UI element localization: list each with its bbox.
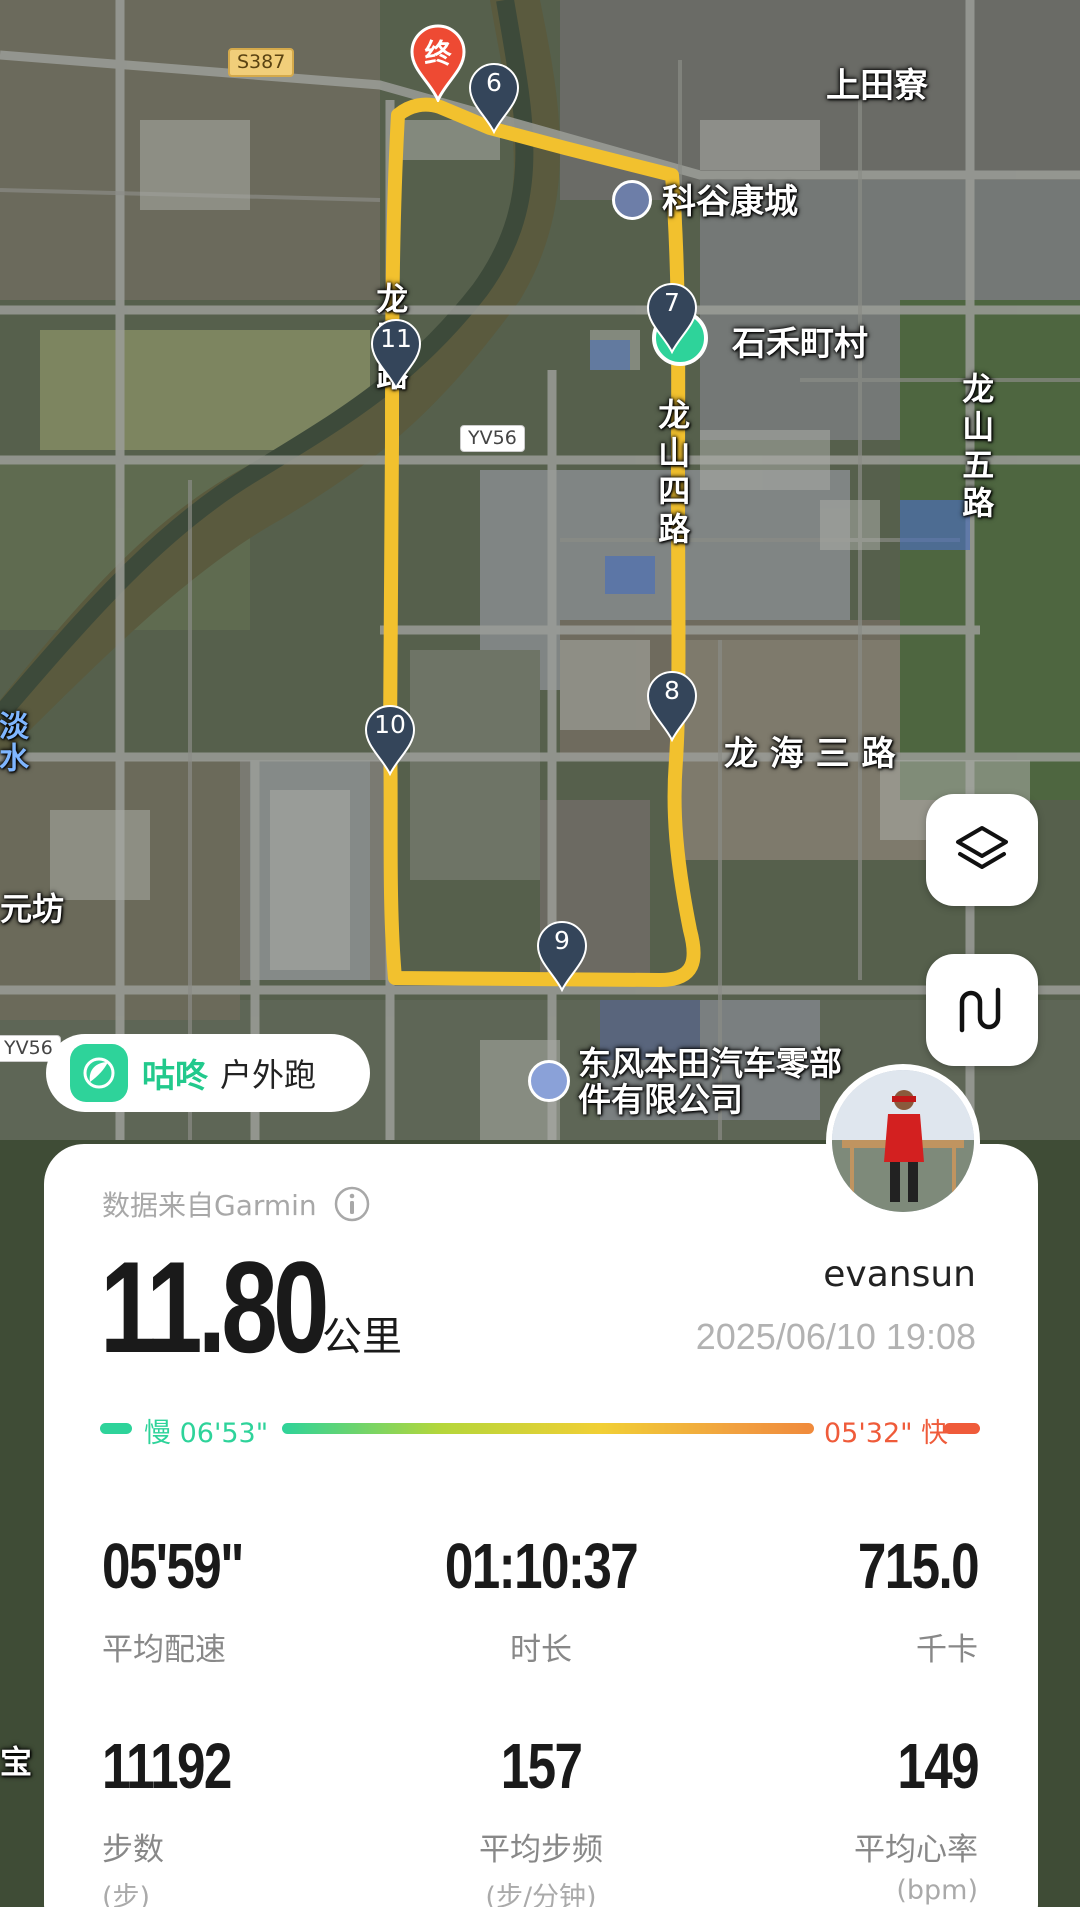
route-button[interactable] — [926, 954, 1038, 1066]
km-marker-label: 8 — [664, 676, 680, 705]
stat-unit: (步) — [102, 1882, 151, 1907]
map-label-edge-left: 淡水 — [0, 710, 28, 774]
stat-value: 157 — [500, 1730, 583, 1802]
map-label-yuanfang: 元坊 — [0, 890, 65, 928]
route-icon — [959, 987, 1001, 1033]
poi-pin-icon — [528, 1060, 570, 1102]
stat-avg-pace: 05'59" 平均配速 — [102, 1534, 402, 1669]
stat-value: 05'59" — [102, 1530, 244, 1602]
end-marker[interactable]: 终 — [408, 22, 468, 102]
km-marker-label: 9 — [554, 926, 570, 955]
map-label-shihe-dingcun: 石禾町村 — [732, 324, 868, 364]
pace-legend: 慢 06'53" 05'32" 快 — [100, 1408, 984, 1449]
data-source-label: 数据来自Garmin — [102, 1189, 317, 1222]
km-marker-9[interactable]: 9 — [532, 916, 592, 996]
map-label-vertical-mid: 龙山四路 — [653, 398, 692, 550]
km-marker-label: 7 — [664, 288, 680, 317]
map-label-bao: 宝 — [0, 1743, 33, 1781]
pace-slow-swatch — [100, 1423, 132, 1434]
km-marker-label: 6 — [486, 68, 502, 97]
stat-value: 149 — [897, 1730, 979, 1802]
end-marker-label: 终 — [424, 39, 452, 70]
poi-icon — [612, 180, 652, 220]
map-label-dongfeng-honda: 东风本田汽车零部件有限公司 — [578, 1044, 842, 1120]
app-tag: 咕咚 户外跑 — [46, 1034, 370, 1112]
km-marker-11[interactable]: 11 — [366, 314, 426, 394]
pace-gradient-bar — [282, 1423, 814, 1434]
stat-label: 平均配速 — [102, 1632, 226, 1668]
app-brand: 咕咚 — [142, 1056, 208, 1095]
stat-label: 步数 — [102, 1832, 164, 1868]
codoon-logo-icon — [70, 1044, 128, 1102]
km-marker-7[interactable]: 7 — [642, 278, 702, 358]
km-marker-label: 11 — [380, 324, 412, 353]
km-marker-label: 10 — [374, 710, 406, 739]
stat-value: 715.0 — [857, 1530, 980, 1602]
activity-datetime: 2025/06/10 19:08 — [695, 1316, 976, 1357]
map-label-longhai-sanlu: 龙 海 三 路 — [724, 734, 896, 774]
pace-fast-swatch — [944, 1423, 980, 1434]
stat-label: 平均步频 — [479, 1832, 603, 1868]
stat-value: 01:10:37 — [444, 1530, 639, 1602]
stat-label: 平均心率 — [854, 1832, 978, 1868]
stat-duration: 01:10:37 时长 — [391, 1534, 691, 1669]
map-label-shangtianliao: 上田寮 — [826, 66, 928, 106]
layers-button[interactable] — [926, 794, 1038, 906]
road-badge-yv56: YV56 — [460, 425, 525, 452]
road-badge-s387: S387 — [228, 48, 295, 77]
stat-value: 11192 — [102, 1730, 232, 1802]
stat-label: 时长 — [510, 1632, 572, 1668]
stat-unit: (bpm) — [896, 1875, 978, 1906]
activity-summary-card: 数据来自Garmin 11.80 公里 evansun 2025/06/10 1… — [44, 1144, 1038, 1907]
pace-slow-label: 慢 06'53" — [144, 1418, 269, 1449]
km-marker-8[interactable]: 8 — [642, 666, 702, 746]
distance-value: 11.80 — [100, 1234, 329, 1380]
km-marker-6[interactable]: 6 — [464, 58, 524, 138]
avatar[interactable] — [826, 1064, 980, 1218]
stat-calories: 715.0 千卡 — [678, 1530, 980, 1669]
distance-unit: 公里 — [322, 1314, 402, 1360]
stat-heart-rate: 149 平均心率 (bpm) — [678, 1730, 980, 1906]
km-marker-10[interactable]: 10 — [360, 700, 420, 780]
info-icon[interactable] — [333, 1185, 371, 1223]
pace-fast-label: 05'32" 快 — [824, 1418, 949, 1449]
stat-steps: 11192 步数 (步) — [102, 1734, 402, 1907]
activity-mode: 户外跑 — [220, 1056, 317, 1094]
map-label-kegu-kangcheng: 科谷康城 — [662, 182, 798, 222]
stat-unit: (步/分钟) — [485, 1882, 597, 1907]
data-source: 数据来自Garmin — [102, 1184, 371, 1224]
stat-label: 千卡 — [916, 1632, 978, 1668]
layers-icon — [956, 826, 1008, 869]
username: evansun — [823, 1254, 976, 1295]
stat-cadence: 157 平均步频 (步/分钟) — [391, 1734, 691, 1907]
map-label-longshan-wulu: 龙山五路 — [957, 372, 996, 524]
